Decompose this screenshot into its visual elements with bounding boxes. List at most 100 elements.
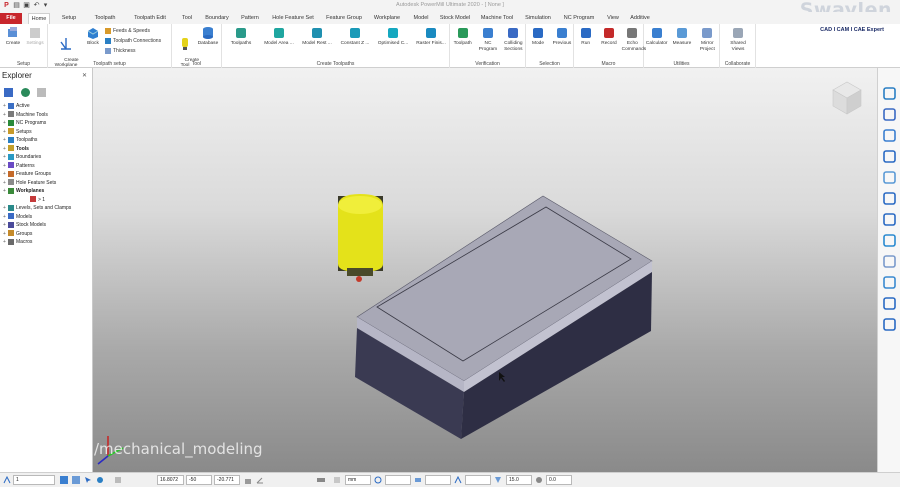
tree-item-feature-groups[interactable]: + Feature Groups	[2, 170, 92, 179]
tab-setup[interactable]: Setup	[56, 13, 82, 24]
polar-snap-icon[interactable]	[96, 476, 104, 484]
y-coordinate-field[interactable]: -50	[186, 475, 212, 485]
coordinate-mode-icon[interactable]	[114, 476, 122, 484]
tab-tool[interactable]: Tool	[178, 13, 196, 24]
tab-toolpath[interactable]: Toolpath	[88, 13, 122, 24]
tree-item-hole-feature-sets[interactable]: + Hole Feature Sets	[2, 179, 92, 188]
tree-item-setups[interactable]: + Setups	[2, 128, 92, 137]
expand-icon[interactable]: +	[2, 145, 7, 154]
stepover-icon[interactable]	[454, 476, 462, 484]
expand-icon[interactable]: +	[2, 119, 7, 128]
verification-toolpath-button[interactable]: Toolpath	[451, 26, 474, 47]
feedrate-icon[interactable]	[535, 476, 543, 484]
stepover-field[interactable]	[465, 475, 491, 485]
block-button[interactable]: Block	[84, 26, 102, 47]
thickness-button[interactable]: Thickness	[105, 47, 136, 55]
tab-workplane[interactable]: Workplane	[370, 13, 404, 24]
tolerance-icon[interactable]	[374, 476, 382, 484]
create-toolpaths-optimised-c-button[interactable]: Optimised C...	[375, 26, 411, 47]
grid-snap-icon[interactable]	[60, 476, 68, 484]
tab-model[interactable]: Model	[410, 13, 432, 24]
explorer-clear-icon[interactable]	[37, 88, 47, 97]
create-toolpaths-model-rest-button[interactable]: Model Rest ...	[299, 26, 335, 47]
tree-item-patterns[interactable]: + Patterns	[2, 162, 92, 171]
tab-hole-feature-set[interactable]: Hole Feature Set	[268, 13, 318, 24]
tab-toolpath-edit[interactable]: Toolpath Edit	[128, 13, 172, 24]
selection-mode-button[interactable]: Mode	[527, 26, 549, 47]
tree-item-groups[interactable]: + Groups	[2, 230, 92, 239]
pointer-icon[interactable]	[882, 317, 897, 332]
tolerance-field[interactable]	[385, 475, 411, 485]
tab-stock-model[interactable]: Stock Model	[438, 13, 472, 24]
tree-item-active[interactable]: + Active	[2, 102, 92, 111]
tree-item-machine-tools[interactable]: + Machine Tools	[2, 111, 92, 120]
macro-run-button[interactable]: Run	[575, 26, 596, 47]
cursor-snap-icon[interactable]	[84, 476, 92, 484]
expand-icon[interactable]: +	[2, 213, 7, 222]
view-cube-icon[interactable]	[832, 81, 862, 115]
expand-icon[interactable]: +	[2, 111, 7, 120]
expand-icon[interactable]: +	[2, 153, 7, 162]
expand-icon[interactable]: +	[2, 162, 7, 171]
select-icon[interactable]	[882, 296, 897, 311]
wireframe-icon[interactable]	[882, 254, 897, 269]
x-coordinate-field[interactable]: 16.8072	[157, 475, 184, 485]
tab-nc-program[interactable]: NC Program	[560, 13, 598, 24]
macro-record-button[interactable]: Record	[598, 26, 619, 47]
cutting-tool-model[interactable]	[338, 194, 383, 282]
tab-file[interactable]: File	[0, 13, 22, 24]
view-front-icon[interactable]	[882, 107, 897, 122]
value-b-field[interactable]: 0.0	[546, 475, 572, 485]
tab-feature-group[interactable]: Feature Group	[324, 13, 364, 24]
expand-icon[interactable]: +	[2, 238, 7, 247]
tab-additive[interactable]: Additive	[628, 13, 652, 24]
utilities-calculator-button[interactable]: Calculator	[645, 26, 668, 47]
tree-item-stock-models[interactable]: + Stock Models	[2, 221, 92, 230]
tab-boundary[interactable]: Boundary	[202, 13, 232, 24]
refresh-view-icon[interactable]	[882, 170, 897, 185]
stock-view-icon[interactable]	[882, 275, 897, 290]
verification-nc-program-button[interactable]: NC Program	[476, 26, 499, 52]
expand-icon[interactable]: +	[2, 179, 7, 188]
macro-echo-commands-button[interactable]: Echo Commands	[622, 26, 646, 52]
value-a-field[interactable]: 15.0	[506, 475, 532, 485]
view-top-icon[interactable]	[882, 86, 897, 101]
tab-machine-tool[interactable]: Machine Tool	[478, 13, 516, 24]
shaded-icon[interactable]	[882, 233, 897, 248]
view-iso-icon[interactable]	[882, 128, 897, 143]
feeds-speeds-button[interactable]: Feeds & Speeds	[105, 27, 150, 35]
setup-settings-button[interactable]: Settings	[24, 26, 46, 47]
stock-block-model[interactable]	[355, 195, 653, 439]
selection-previous-button[interactable]: Previous	[551, 26, 573, 47]
tree-item-levels[interactable]: + Levels, Sets and Clamps	[2, 204, 92, 213]
create-toolpaths-model-area-button[interactable]: Model Area ...	[261, 26, 297, 47]
units-icon[interactable]	[333, 476, 341, 484]
lock-icon[interactable]	[244, 476, 252, 484]
zoom-out-icon[interactable]	[882, 212, 897, 227]
units-field[interactable]: mm	[345, 475, 371, 485]
create-toolpaths-constant-z-button[interactable]: Constant Z ...	[337, 26, 373, 47]
workplane-select[interactable]: 1	[13, 475, 55, 485]
create-setup-button[interactable]: Create	[3, 26, 23, 47]
stepdown-icon[interactable]	[494, 476, 502, 484]
expand-icon[interactable]: +	[2, 221, 7, 230]
explorer-close-icon[interactable]: ✕	[82, 72, 87, 79]
z-coordinate-field[interactable]: -20.771	[214, 475, 240, 485]
zoom-icon[interactable]	[882, 149, 897, 164]
tree-item-workplanes[interactable]: + Workplanes	[2, 187, 92, 196]
tab-simulation[interactable]: Simulation	[522, 13, 554, 24]
explorer-refresh-icon[interactable]	[20, 88, 30, 97]
expand-icon[interactable]: +	[2, 230, 7, 239]
zoom-box-icon[interactable]	[882, 191, 897, 206]
create-toolpaths-raster-finis-button[interactable]: Raster Finis...	[413, 26, 449, 47]
expand-icon[interactable]: +	[2, 170, 7, 179]
angle-icon[interactable]	[256, 476, 264, 484]
tab-home[interactable]: Home	[28, 13, 50, 24]
tree-item-nc-programs[interactable]: + NC Programs	[2, 119, 92, 128]
graphics-viewport[interactable]: /mechanical_modeling	[93, 68, 877, 472]
tool-database-button[interactable]: Database	[196, 26, 220, 47]
tree-item-boundaries[interactable]: + Boundaries	[2, 153, 92, 162]
tree-item-toolpaths[interactable]: + Toolpaths	[2, 136, 92, 145]
create-toolpaths-toolpaths-button[interactable]: Toolpaths	[223, 26, 259, 47]
utilities-measure-button[interactable]: Measure	[670, 26, 693, 47]
